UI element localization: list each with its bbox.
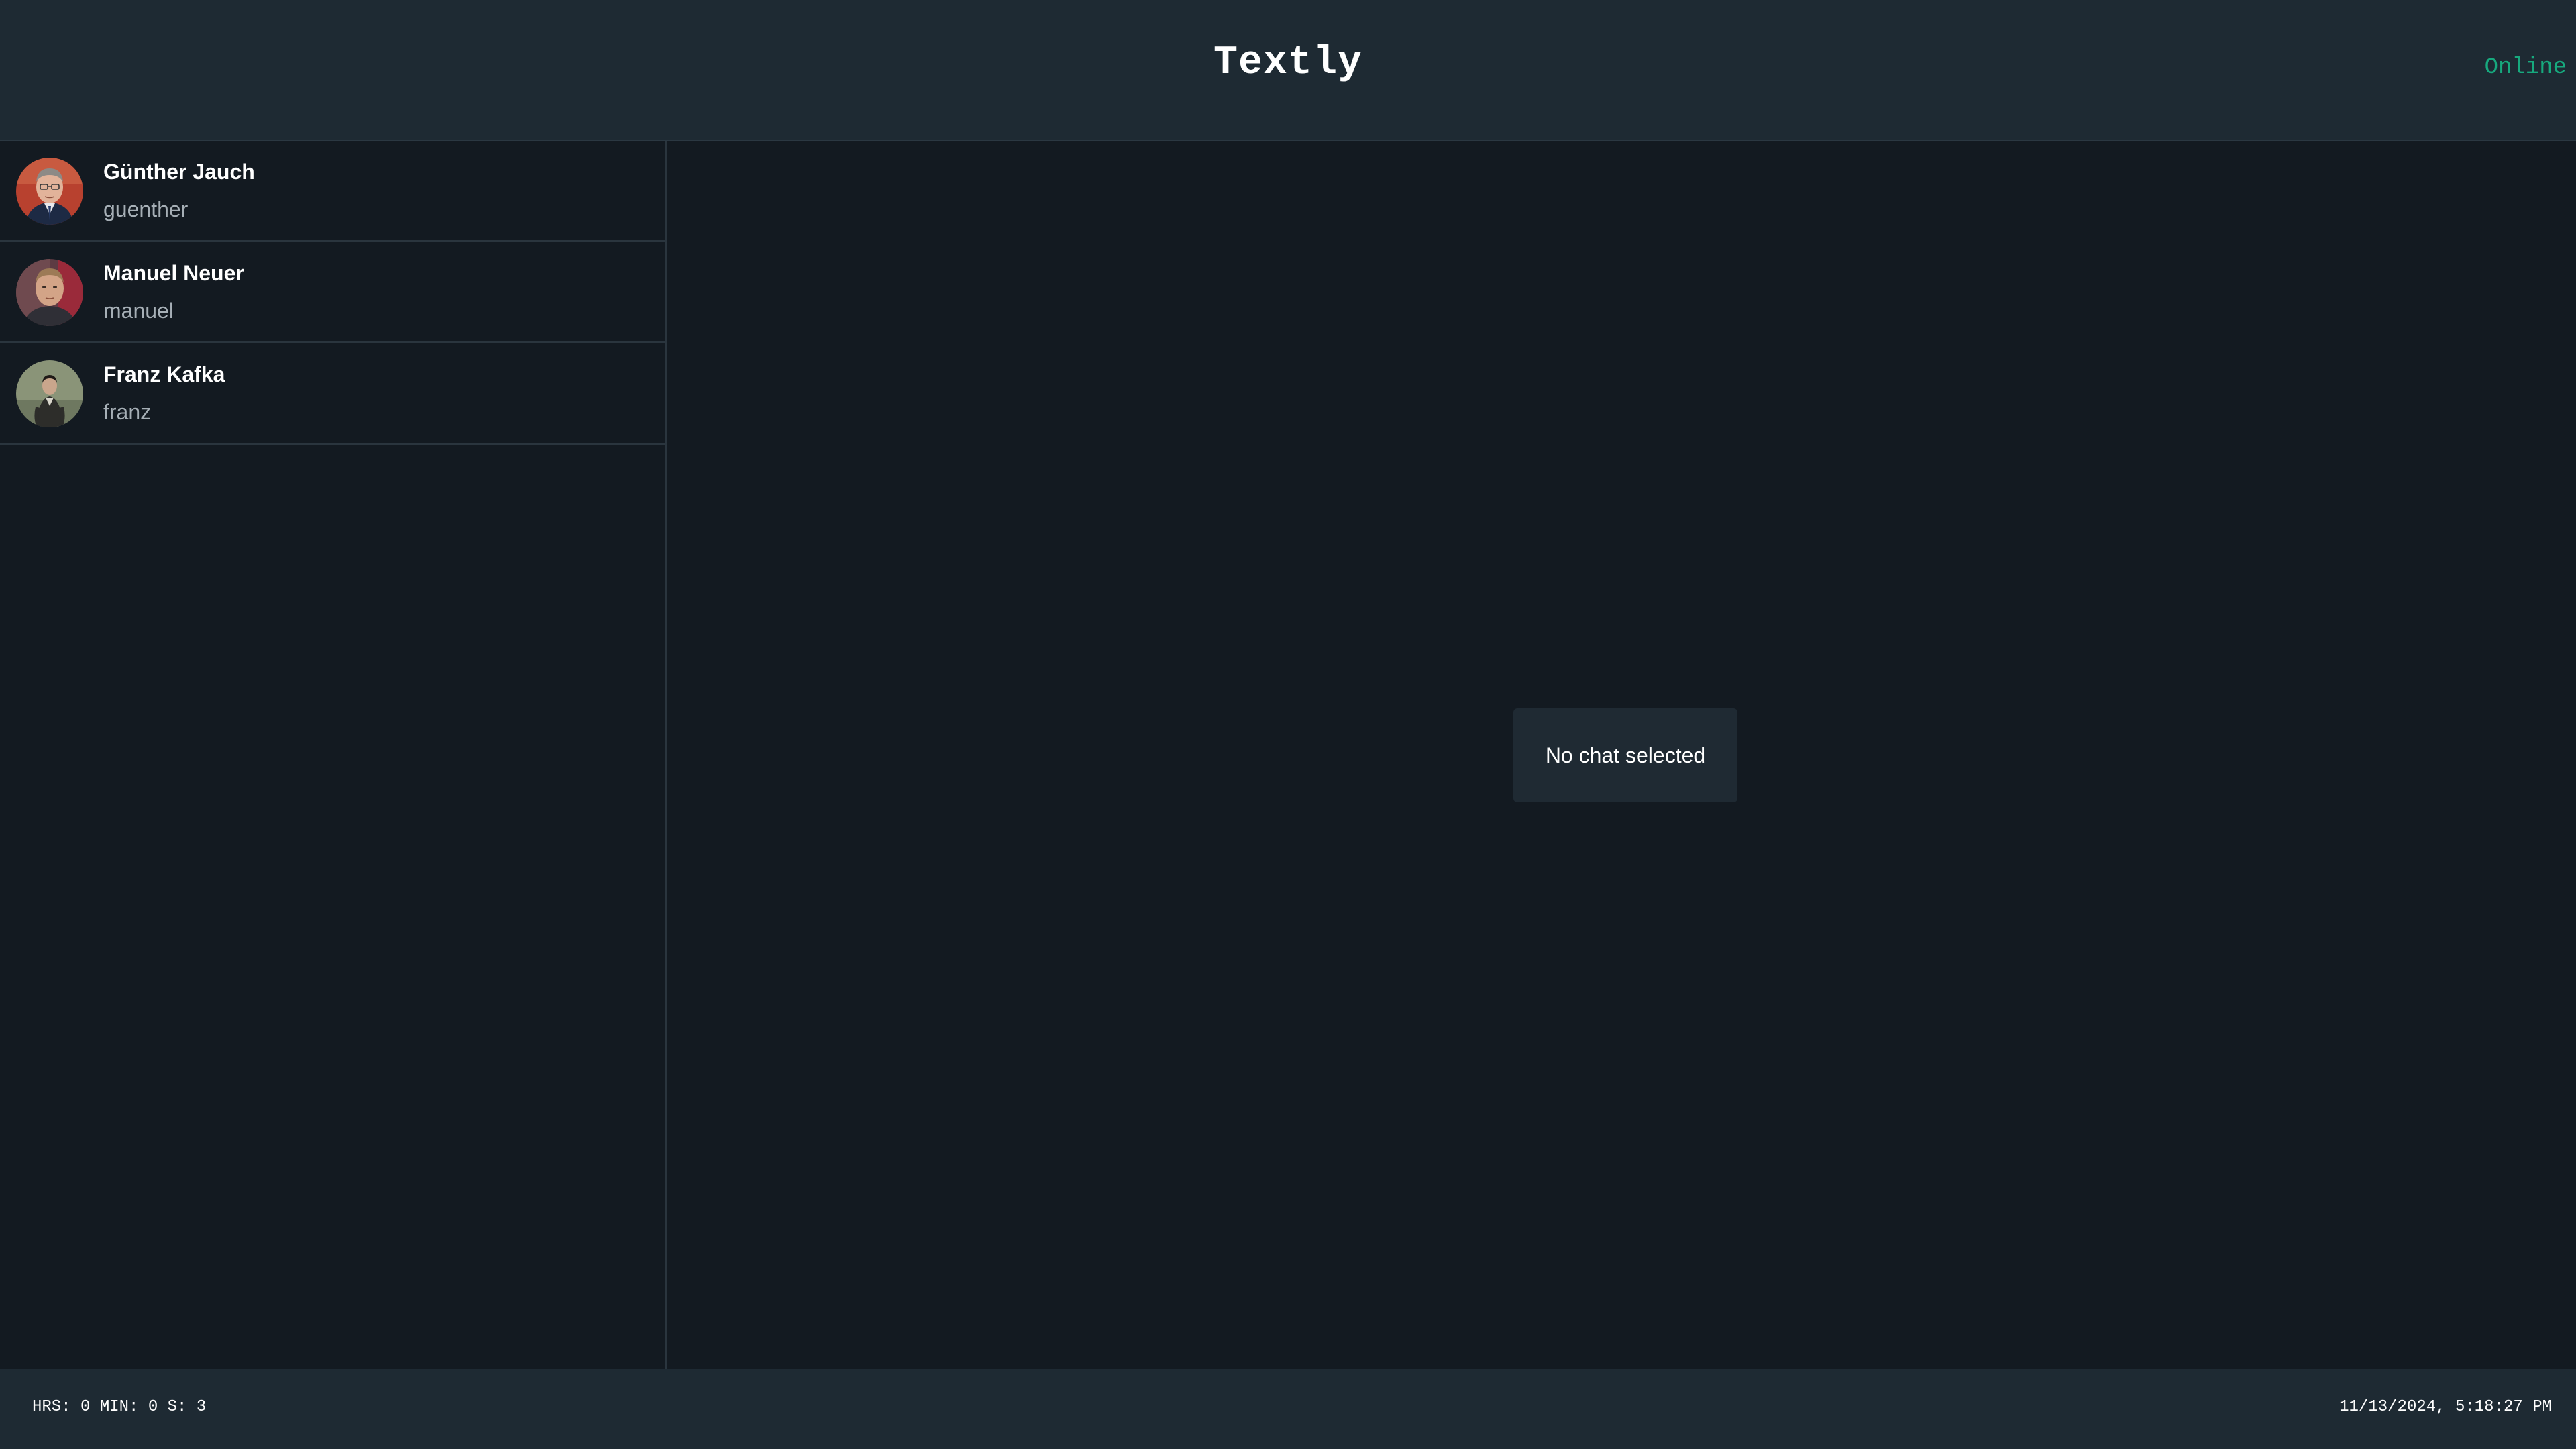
contact-item-manuel[interactable]: Manuel Neuer manuel xyxy=(0,242,665,343)
avatar xyxy=(16,360,83,427)
contact-item-guenther[interactable]: Günther Jauch guenther xyxy=(0,141,665,242)
top-header: Textly Online xyxy=(0,0,2576,141)
person-photo-icon xyxy=(16,259,83,326)
contacts-sidebar: Günther Jauch guenther Manuel Neuer manu xyxy=(0,141,667,1368)
avatar xyxy=(16,259,83,326)
session-timer: HRS: 0 MIN: 0 S: 3 xyxy=(32,1398,207,1416)
contact-name: Franz Kafka xyxy=(103,362,225,386)
contact-username: guenther xyxy=(103,197,189,221)
connection-status: Online xyxy=(2484,55,2567,80)
contact-item-franz[interactable]: Franz Kafka franz xyxy=(0,343,665,445)
contact-name: Manuel Neuer xyxy=(103,261,244,285)
app-title: Textly xyxy=(1213,40,1363,86)
chat-panel: No chat selected xyxy=(669,141,2576,1368)
contact-username: manuel xyxy=(103,299,174,323)
contact-username: franz xyxy=(103,400,152,424)
person-photo-icon xyxy=(16,360,83,427)
avatar xyxy=(16,158,83,225)
person-photo-icon xyxy=(16,158,83,225)
status-footer: HRS: 0 MIN: 0 S: 3 11/13/2024, 5:18:27 P… xyxy=(0,1368,2576,1449)
current-datetime: 11/13/2024, 5:18:27 PM xyxy=(2339,1398,2552,1416)
no-chat-placeholder: No chat selected xyxy=(1513,708,1737,802)
app-window: Textly Online Günther Jauch guenther Man… xyxy=(0,0,2576,1449)
contact-name: Günther Jauch xyxy=(103,160,255,184)
